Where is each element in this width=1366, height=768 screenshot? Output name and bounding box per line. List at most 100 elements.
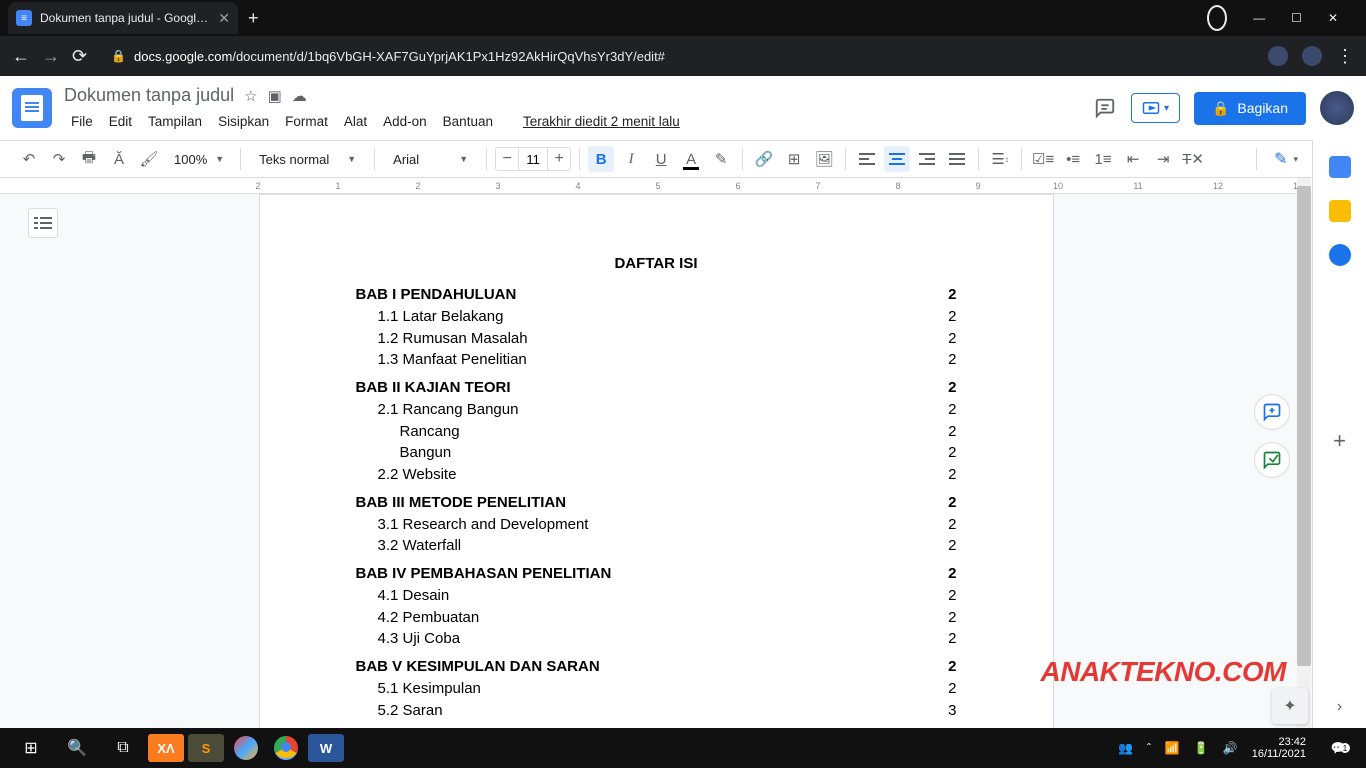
volume-icon[interactable]: 🔊 <box>1223 741 1238 755</box>
menu-sisipkan[interactable]: Sisipkan <box>211 111 276 132</box>
explore-button[interactable]: ✦ <box>1272 688 1308 724</box>
task-view-button[interactable]: ⧉ <box>102 732 144 764</box>
notifications-button[interactable]: 💬 <box>1320 741 1356 755</box>
menu-bantuan[interactable]: Bantuan <box>436 111 500 132</box>
insert-image-button[interactable]: 🖼 <box>811 146 837 172</box>
account-circle-icon[interactable] <box>1199 7 1235 29</box>
people-icon[interactable]: 👥 <box>1118 741 1133 755</box>
wifi-icon[interactable]: 📶 <box>1165 741 1180 755</box>
numbered-list-button[interactable]: 1≡ <box>1090 146 1116 172</box>
toc-entry[interactable]: 5.2 Saran3 <box>356 700 957 722</box>
decrease-indent-button[interactable]: ⇤ <box>1120 146 1146 172</box>
toc-entry[interactable]: 1.3 Manfaat Penelitian2 <box>356 349 957 371</box>
toc-entry[interactable]: 3.2 Waterfall2 <box>356 535 957 557</box>
toc-entry[interactable]: BAB II KAJIAN TEORI2 <box>356 377 957 399</box>
bold-button[interactable]: B <box>588 146 614 172</box>
vertical-scrollbar[interactable] <box>1297 178 1311 728</box>
editing-mode-selector[interactable]: ✎ ▾ <box>1265 144 1307 174</box>
align-left-button[interactable] <box>854 146 880 172</box>
toc-entry[interactable]: 2.2 Website2 <box>356 464 957 486</box>
toc-entry[interactable]: 5.1 Kesimpulan2 <box>356 678 957 700</box>
spellcheck-button[interactable]: Ă <box>106 146 132 172</box>
paragraph-style-selector[interactable]: Teks normal▼ <box>249 152 366 167</box>
underline-button[interactable]: U <box>648 146 674 172</box>
checklist-button[interactable]: ☑≡ <box>1030 146 1056 172</box>
decrease-font-button[interactable]: − <box>496 150 518 168</box>
new-tab-button[interactable]: + <box>248 8 259 29</box>
docs-logo-icon[interactable] <box>12 88 52 128</box>
system-clock[interactable]: 23:42 16/11/2021 <box>1252 736 1306 760</box>
print-button[interactable]: 🖶 <box>76 146 102 172</box>
menu-tampilan[interactable]: Tampilan <box>141 111 209 132</box>
last-edit-link[interactable]: Terakhir diedit 2 menit lalu <box>516 111 687 132</box>
paint-format-button[interactable]: 🖌 <box>136 146 162 172</box>
toc-entry[interactable]: BAB I PENDAHULUAN2 <box>356 284 957 306</box>
taskbar-app-paint[interactable] <box>228 734 264 762</box>
close-tab-icon[interactable]: ✕ <box>218 10 230 27</box>
address-bar[interactable]: 🔒 docs.google.com/document/d/1bq6VbGH-XA… <box>99 41 1256 71</box>
tasks-icon[interactable] <box>1329 244 1351 266</box>
browser-menu-icon[interactable]: ⋮ <box>1336 46 1354 67</box>
menu-format[interactable]: Format <box>278 111 335 132</box>
toc-entry[interactable]: BAB V KESIMPULAN DAN SARAN2 <box>356 656 957 678</box>
scrollbar-thumb[interactable] <box>1297 186 1311 666</box>
font-size-input[interactable]: 11 <box>518 148 548 170</box>
menu-add-on[interactable]: Add-on <box>376 111 434 132</box>
toc-entry[interactable]: 1.2 Rumusan Masalah2 <box>356 328 957 350</box>
extension-icon[interactable] <box>1268 46 1288 66</box>
add-comment-button[interactable]: ⊞ <box>781 146 807 172</box>
undo-button[interactable]: ↶ <box>16 146 42 172</box>
profile-icon[interactable] <box>1302 46 1322 66</box>
document-title[interactable]: Dokumen tanpa judul <box>64 85 234 106</box>
toc-entry[interactable]: 4.1 Desain2 <box>356 585 957 607</box>
tray-expand-icon[interactable]: ˆ <box>1147 741 1151 755</box>
text-color-button[interactable]: A <box>678 146 704 172</box>
share-button[interactable]: 🔒 Bagikan <box>1194 92 1306 125</box>
align-right-button[interactable] <box>914 146 940 172</box>
align-justify-button[interactable] <box>944 146 970 172</box>
keep-icon[interactable] <box>1329 200 1351 222</box>
font-selector[interactable]: Arial▼ <box>383 152 478 167</box>
taskbar-app-chrome[interactable] <box>268 734 304 762</box>
calendar-icon[interactable] <box>1329 156 1351 178</box>
browser-tab-active[interactable]: ≡ Dokumen tanpa judul - Google D ✕ <box>8 2 238 34</box>
star-icon[interactable]: ☆ <box>244 87 257 105</box>
close-window-button[interactable]: ✕ <box>1320 7 1346 29</box>
toc-entry[interactable]: Bangun2 <box>356 442 957 464</box>
forward-button[interactable]: → <box>42 46 60 67</box>
cloud-saved-icon[interactable]: ☁ <box>292 87 307 105</box>
comments-history-icon[interactable] <box>1093 96 1117 120</box>
taskbar-app-xampp[interactable]: ΧΛ <box>148 734 184 762</box>
document-page[interactable]: DAFTAR ISI BAB I PENDAHULUAN21.1 Latar B… <box>259 194 1054 728</box>
line-spacing-button[interactable]: ☰↕ <box>987 146 1013 172</box>
toc-entry[interactable]: Rancang2 <box>356 421 957 443</box>
reload-button[interactable]: ⟳ <box>72 46 87 67</box>
menu-file[interactable]: File <box>64 111 100 132</box>
search-button[interactable]: 🔍 <box>56 732 98 764</box>
hide-panel-button[interactable]: › <box>1337 698 1342 716</box>
user-avatar[interactable] <box>1320 91 1354 125</box>
maximize-button[interactable]: ☐ <box>1283 7 1310 29</box>
taskbar-app-sublime[interactable]: S <box>188 734 224 762</box>
increase-indent-button[interactable]: ⇥ <box>1150 146 1176 172</box>
horizontal-ruler[interactable]: 2123456789101112131415161718 <box>0 178 1312 194</box>
align-center-button[interactable] <box>884 146 910 172</box>
add-addon-button[interactable]: + <box>1333 428 1346 454</box>
move-icon[interactable]: ▣ <box>268 87 282 105</box>
toc-entry[interactable]: BAB III METODE PENELITIAN2 <box>356 492 957 514</box>
clear-formatting-button[interactable]: T✕ <box>1180 146 1206 172</box>
toc-entry[interactable]: BAB IV PEMBAHASAN PENELITIAN2 <box>356 563 957 585</box>
italic-button[interactable]: I <box>618 146 644 172</box>
present-button[interactable]: ▾ <box>1131 93 1180 123</box>
battery-icon[interactable]: 🔋 <box>1194 741 1209 755</box>
redo-button[interactable]: ↷ <box>46 146 72 172</box>
taskbar-app-word[interactable]: W <box>308 734 344 762</box>
minimize-button[interactable]: — <box>1245 7 1273 29</box>
toc-entry[interactable]: 4.3 Uji Coba2 <box>356 628 957 650</box>
highlight-button[interactable]: ✎ <box>708 146 734 172</box>
toc-entry[interactable]: 1.1 Latar Belakang2 <box>356 306 957 328</box>
increase-font-button[interactable]: + <box>548 150 570 168</box>
menu-alat[interactable]: Alat <box>337 111 374 132</box>
bulleted-list-button[interactable]: •≡ <box>1060 146 1086 172</box>
start-button[interactable]: ⊞ <box>10 732 52 764</box>
